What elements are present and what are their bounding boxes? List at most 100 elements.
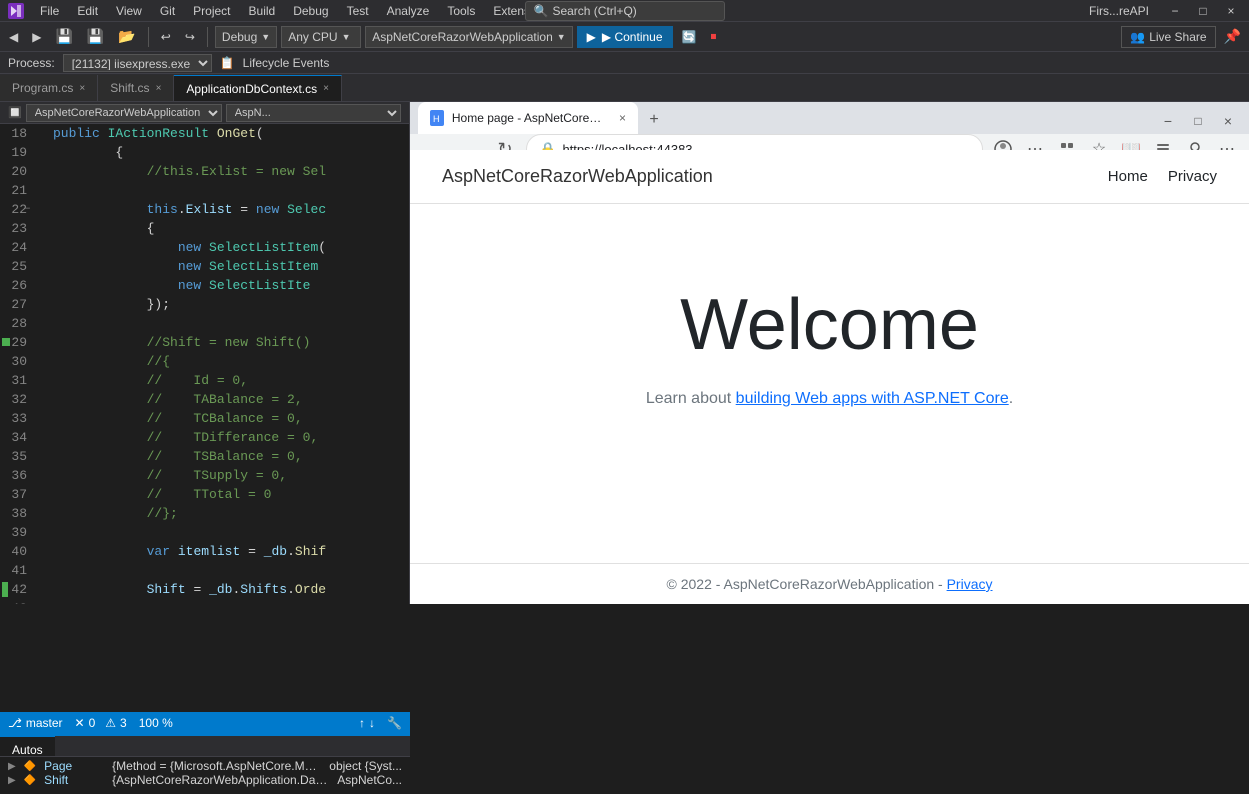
browser-minimize-btn[interactable]: − bbox=[1155, 108, 1181, 134]
menu-project[interactable]: Project bbox=[185, 2, 238, 20]
tab-applicationdbcontext-cs[interactable]: ApplicationDbContext.cs × bbox=[174, 75, 342, 101]
line-33: 33 bbox=[0, 409, 35, 428]
code-content[interactable]: public IActionResult OnGet( { //this.Exl… bbox=[45, 124, 409, 604]
process-select[interactable]: [21132] iisexpress.exe bbox=[63, 54, 212, 72]
method-dropdown[interactable]: AspN... bbox=[226, 104, 401, 122]
status-zoom[interactable]: 100 % bbox=[139, 716, 173, 730]
tab-shift-cs[interactable]: Shift.cs × bbox=[98, 75, 174, 101]
file-icon: 🔲 bbox=[8, 106, 22, 119]
code-line-40: var itemlist = _db.Shif bbox=[53, 542, 401, 561]
browser-pane: H Home page - AspNetCoreRazor... × + − □… bbox=[410, 102, 1249, 604]
separator-2 bbox=[207, 27, 208, 47]
menu-debug[interactable]: Debug bbox=[285, 2, 336, 20]
continue-icon: ▶ bbox=[587, 30, 596, 44]
project-dropdown[interactable]: AspNetCoreRazorWebApplication ▼ bbox=[365, 26, 572, 48]
code-line-18: public IActionResult OnGet( bbox=[53, 124, 401, 143]
code-line-29: //Shift = new Shift() bbox=[53, 333, 401, 352]
menu-test[interactable]: Test bbox=[339, 2, 377, 20]
toolbar: ◀ ▶ 💾 💾 📂 ↩ ↪ Debug ▼ Any CPU ▼ AspNetCo… bbox=[0, 22, 1249, 52]
browser-content: AspNetCoreRazorWebApplication Home Priva… bbox=[410, 150, 1249, 604]
tab-shift-cs-close[interactable]: × bbox=[156, 83, 162, 94]
footer-text: © 2022 - AspNetCoreRazorWebApplication - bbox=[667, 576, 947, 592]
open-button[interactable]: 📂 bbox=[113, 25, 140, 48]
minimize-button[interactable]: − bbox=[1165, 1, 1185, 21]
autos-rows: ▶ 🔶 Page {Method = {Microsoft.AspNetCore… bbox=[0, 756, 410, 794]
warnings-count: 3 bbox=[120, 716, 127, 730]
nav-home[interactable]: Home bbox=[1108, 168, 1148, 185]
continue-label: ▶ Continue bbox=[602, 30, 663, 44]
code-line-30: //{ bbox=[53, 352, 401, 371]
platform-dropdown-arrow: ▼ bbox=[342, 32, 351, 42]
line-43: 43 bbox=[0, 599, 35, 604]
code-line-43 bbox=[53, 599, 401, 604]
back-button[interactable]: ◀ bbox=[4, 27, 23, 47]
code-line-36: // TSupply = 0, bbox=[53, 466, 401, 485]
titlebar-search[interactable]: 🔍 Search (Ctrl+Q) bbox=[525, 1, 725, 21]
lifecycle-icon: 📋 bbox=[220, 56, 235, 70]
browser-maximize-btn[interactable]: □ bbox=[1185, 108, 1211, 134]
forward-button[interactable]: ▶ bbox=[27, 27, 46, 47]
site-main: Welcome Learn about building Web apps wi… bbox=[410, 204, 1249, 488]
config-dropdown[interactable]: Debug ▼ bbox=[215, 26, 277, 48]
code-line-23: { bbox=[53, 219, 401, 238]
line-38: 38 bbox=[0, 504, 35, 523]
line-18: 18 bbox=[0, 124, 35, 143]
tab-applicationdbcontext-cs-close[interactable]: × bbox=[323, 83, 329, 94]
green-bar-42 bbox=[2, 582, 8, 597]
pin-button[interactable]: 📌 bbox=[1220, 26, 1245, 47]
project-dropdown-arrow: ▼ bbox=[557, 32, 566, 42]
site-footer: © 2022 - AspNetCoreRazorWebApplication -… bbox=[410, 563, 1249, 604]
undo-button[interactable]: ↩ bbox=[156, 27, 176, 47]
stop-button[interactable]: ⏹ bbox=[705, 26, 721, 47]
autos-shift-name: Shift bbox=[44, 773, 104, 787]
menu-build[interactable]: Build bbox=[241, 2, 284, 20]
config-dropdown-arrow: ▼ bbox=[261, 32, 270, 42]
maximize-button[interactable]: □ bbox=[1193, 1, 1213, 21]
nav-privacy[interactable]: Privacy bbox=[1168, 168, 1217, 185]
menu-git[interactable]: Git bbox=[152, 2, 183, 20]
class-dropdown[interactable]: AspNetCoreRazorWebApplication bbox=[26, 104, 222, 122]
menu-view[interactable]: View bbox=[108, 2, 150, 20]
footer-link[interactable]: Privacy bbox=[947, 576, 993, 592]
platform-dropdown[interactable]: Any CPU ▼ bbox=[281, 26, 361, 48]
live-share-button[interactable]: 👥 Live Share bbox=[1121, 26, 1215, 48]
redo-button[interactable]: ↪ bbox=[180, 27, 200, 47]
autos-page-value: {Method = {Microsoft.AspNetCore.Mvc.R... bbox=[112, 759, 321, 773]
browser-tab-close[interactable]: × bbox=[619, 111, 626, 125]
menu-edit[interactable]: Edit bbox=[69, 2, 106, 20]
status-git[interactable]: ⎇ master bbox=[8, 716, 63, 730]
git-branch: master bbox=[26, 716, 63, 730]
save-all-button[interactable]: 💾 bbox=[82, 25, 109, 48]
browser-active-tab[interactable]: H Home page - AspNetCoreRazor... × bbox=[418, 102, 638, 134]
continue-button[interactable]: ▶ ▶ Continue bbox=[577, 26, 673, 48]
site-header: AspNetCoreRazorWebApplication Home Priva… bbox=[410, 150, 1249, 204]
status-errors[interactable]: ✕ 0 ⚠ 3 bbox=[75, 716, 127, 730]
save-button[interactable]: 💾 bbox=[50, 25, 77, 48]
autos-shift-type: AspNetCo... bbox=[337, 773, 402, 787]
tab-program-cs-close[interactable]: × bbox=[79, 83, 85, 94]
expand-page-icon[interactable]: ▶ bbox=[8, 761, 16, 772]
restart-button[interactable]: 🔄 bbox=[677, 27, 702, 47]
collapse-22-icon[interactable]: − bbox=[25, 200, 30, 219]
status-arrows[interactable]: ↑ ↓ bbox=[359, 716, 375, 730]
code-line-41 bbox=[53, 561, 401, 580]
expand-shift-icon[interactable]: ▶ bbox=[8, 775, 16, 786]
code-line-42: Shift = _db.Shifts.Orde bbox=[53, 580, 401, 599]
titlebar-right: Firs...reAPI − □ × bbox=[1089, 1, 1241, 21]
tab-program-cs[interactable]: Program.cs × bbox=[0, 75, 98, 101]
line-28: 28 bbox=[0, 314, 35, 333]
browser-close-btn[interactable]: × bbox=[1215, 108, 1241, 134]
browser-chrome: H Home page - AspNetCoreRazor... × + − □… bbox=[410, 102, 1249, 150]
subtitle-link[interactable]: building Web apps with ASP.NET Core bbox=[736, 390, 1009, 407]
browser-tab-label: Home page - AspNetCoreRazor... bbox=[452, 111, 607, 125]
menu-tools[interactable]: Tools bbox=[439, 2, 483, 20]
code-line-28 bbox=[53, 314, 401, 333]
config-label: Debug bbox=[222, 30, 257, 44]
search-text: Search (Ctrl+Q) bbox=[552, 4, 636, 18]
menu-analyze[interactable]: Analyze bbox=[379, 2, 438, 20]
browser-new-tab-button[interactable]: + bbox=[640, 106, 668, 134]
close-button[interactable]: × bbox=[1221, 1, 1241, 21]
status-action[interactable]: 🔧 bbox=[387, 716, 402, 730]
menu-file[interactable]: File bbox=[32, 2, 67, 20]
line-25: 25 bbox=[0, 257, 35, 276]
